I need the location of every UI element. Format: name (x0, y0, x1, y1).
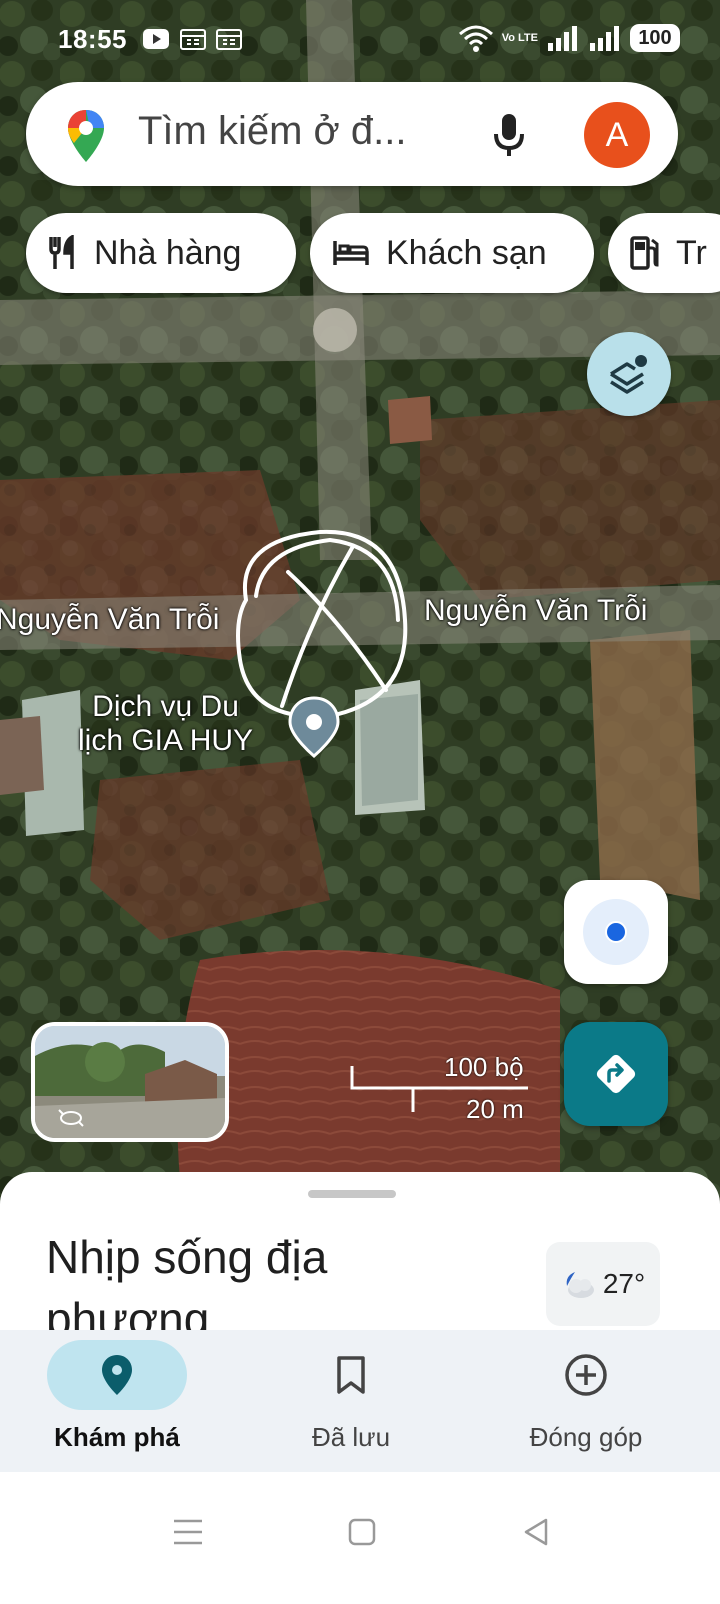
category-chips: Nhà hàng Khách sạn Tr (26, 213, 720, 293)
explore-pin-icon (102, 1355, 132, 1395)
nav-saved[interactable]: Đã lưu (251, 1330, 451, 1472)
clock: 18:55 (58, 24, 127, 54)
nav-label: Đóng góp (529, 1422, 643, 1452)
signal-icon (548, 26, 577, 51)
volte-indicator: Vo LTE (501, 31, 538, 44)
temperature: 27° (602, 1268, 646, 1299)
bookmark-icon (337, 1356, 365, 1394)
recent-apps-button[interactable] (158, 1502, 218, 1562)
back-triangle-icon (524, 1518, 548, 1546)
nav-contribute[interactable]: Đóng góp (486, 1330, 686, 1472)
street-label: Nguyễn Văn Trỗi (424, 594, 648, 627)
sheet-drag-handle[interactable] (308, 1190, 396, 1198)
youtube-icon (143, 29, 169, 49)
battery-indicator: 100 (630, 24, 680, 52)
chip-restaurants[interactable]: Nhà hàng (26, 213, 296, 293)
menu-icon (174, 1519, 202, 1545)
street-view-image (35, 1026, 225, 1138)
hotel-icon (333, 241, 369, 265)
nav-label: Khám phá (54, 1422, 180, 1452)
nav-pill (516, 1340, 656, 1410)
home-square-icon (348, 1518, 376, 1546)
back-button[interactable] (506, 1502, 566, 1562)
chip-label: Nhà hàng (94, 233, 242, 272)
search-bar[interactable]: Tìm kiếm ở đ... A (26, 82, 678, 186)
chip-label: Khách sạn (386, 233, 547, 272)
directions-icon (596, 1054, 636, 1094)
nav-explore[interactable]: Khám phá (17, 1330, 217, 1472)
poi-pin-icon[interactable] (288, 696, 340, 758)
scale-imperial: 100 bộ (444, 1052, 524, 1082)
chip-label: Tr (676, 233, 707, 272)
google-maps-logo-icon (68, 110, 104, 162)
system-navigation-bar (0, 1472, 720, 1604)
chip-gas-stations[interactable]: Tr (608, 213, 720, 293)
chip-hotels[interactable]: Khách sạn (310, 213, 594, 293)
notification-icons (142, 28, 242, 50)
calendar-icon (180, 29, 206, 50)
nav-label: Đã lưu (311, 1422, 391, 1452)
bottom-navigation: Khám phá Đã lưu Đóng góp (0, 1330, 720, 1472)
directions-button[interactable] (564, 1022, 668, 1126)
account-avatar[interactable]: A (584, 102, 650, 168)
my-location-button[interactable] (564, 880, 668, 984)
weather-chip[interactable]: 27° (546, 1242, 660, 1326)
night-cloud-icon (566, 1272, 594, 1298)
signal-icon (590, 26, 619, 51)
map-layers-button[interactable] (587, 332, 671, 416)
gas-station-icon (630, 236, 659, 270)
street-label: Nguyễn Văn Trỗi (0, 603, 220, 636)
system-status: Vo LTE 100 (458, 24, 680, 52)
calendar-icon (216, 29, 242, 50)
restaurant-icon (49, 235, 74, 269)
layers-icon (610, 355, 647, 394)
scale-metric: 20 m (466, 1094, 524, 1124)
poi-name-line1: Dịch vụ Du (92, 690, 239, 723)
location-halo (583, 899, 649, 965)
nav-active-pill (47, 1340, 187, 1410)
microphone-icon[interactable] (492, 112, 526, 158)
street-view-thumbnail[interactable] (31, 1022, 229, 1142)
nav-pill (281, 1340, 421, 1410)
add-circle-icon (565, 1354, 607, 1396)
search-input[interactable]: Tìm kiếm ở đ... (138, 109, 406, 154)
status-bar: 18:55 Vo LTE 100 (0, 0, 720, 84)
poi-label[interactable]: Dịch vụ Du lịch GIA HUY (78, 690, 253, 758)
home-button[interactable] (332, 1502, 392, 1562)
wifi-icon (458, 25, 493, 52)
my-location-icon (605, 921, 627, 943)
poi-name-line2: lịch GIA HUY (78, 724, 254, 757)
